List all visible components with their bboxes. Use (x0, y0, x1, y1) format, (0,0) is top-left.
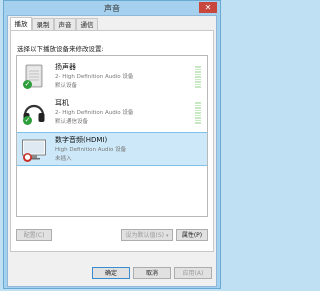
sound-dialog: 声音 ✕ 播放 录制 声音 通信 选择以下播放设备来修改设置: ✓ 扬声器 2-… (3, 0, 221, 289)
window-title: 声音 (104, 4, 120, 13)
device-list[interactable]: ✓ 扬声器 2- High Definition Audio 设备 默认设备 ✓… (16, 55, 208, 217)
configure-button[interactable]: 配置(C) (16, 229, 52, 241)
device-description: High Definition Audio 设备 (55, 147, 127, 153)
device-status: 未插入 (55, 156, 72, 162)
device-name: 数字音频(HDMI) (55, 136, 108, 144)
chevron-down-icon[interactable]: ▾ (166, 233, 169, 239)
tab-playback[interactable]: 播放 (10, 17, 32, 30)
cancel-button[interactable]: 取消 (133, 267, 171, 279)
device-name: 扬声器 (55, 63, 76, 71)
device-status: 默认设备 (55, 83, 78, 89)
level-meter (195, 102, 201, 124)
set-default-label: 设为默认值(S) (125, 232, 165, 239)
default-check-icon: ✓ (23, 116, 32, 125)
device-name: 耳机 (55, 99, 69, 107)
level-meter (195, 66, 201, 88)
close-icon: ✕ (204, 3, 212, 12)
device-description: 2- High Definition Audio 设备 (55, 110, 134, 116)
speaker-icon: ✓ (21, 63, 47, 89)
tab-communications[interactable]: 通信 (76, 18, 98, 30)
instruction-text: 选择以下播放设备来修改设置: (17, 45, 104, 53)
headphones-icon: ✓ (21, 99, 47, 125)
title-bar[interactable]: 声音 ✕ (4, 1, 220, 15)
tab-recording[interactable]: 录制 (32, 18, 54, 30)
close-button[interactable]: ✕ (199, 2, 217, 13)
apply-button[interactable]: 应用(A) (174, 267, 212, 279)
device-status: 默认通信设备 (55, 119, 89, 125)
unplugged-icon: ● (23, 153, 32, 162)
properties-button[interactable]: 属性(P) (176, 229, 208, 241)
device-description: 2- High Definition Audio 设备 (55, 74, 134, 80)
tab-bar: 播放 录制 声音 通信 (8, 17, 216, 30)
playback-panel: 选择以下播放设备来修改设置: ✓ 扬声器 2- High Definition … (10, 30, 214, 252)
ok-button[interactable]: 确定 (92, 267, 130, 279)
device-item-hdmi[interactable]: ● 数字音频(HDMI) High Definition Audio 设备 未插… (17, 132, 207, 166)
set-default-button[interactable]: 设为默认值(S) ▾ (121, 229, 173, 241)
default-check-icon: ✓ (23, 80, 32, 89)
tab-sounds[interactable]: 声音 (54, 18, 76, 30)
device-item-speaker[interactable]: ✓ 扬声器 2- High Definition Audio 设备 默认设备 (17, 60, 207, 94)
monitor-icon: ● (21, 136, 47, 162)
device-item-headphones[interactable]: ✓ 耳机 2- High Definition Audio 设备 默认通信设备 (17, 96, 207, 130)
dialog-body: 播放 录制 声音 通信 选择以下播放设备来修改设置: ✓ 扬声器 2- High… (7, 15, 217, 287)
